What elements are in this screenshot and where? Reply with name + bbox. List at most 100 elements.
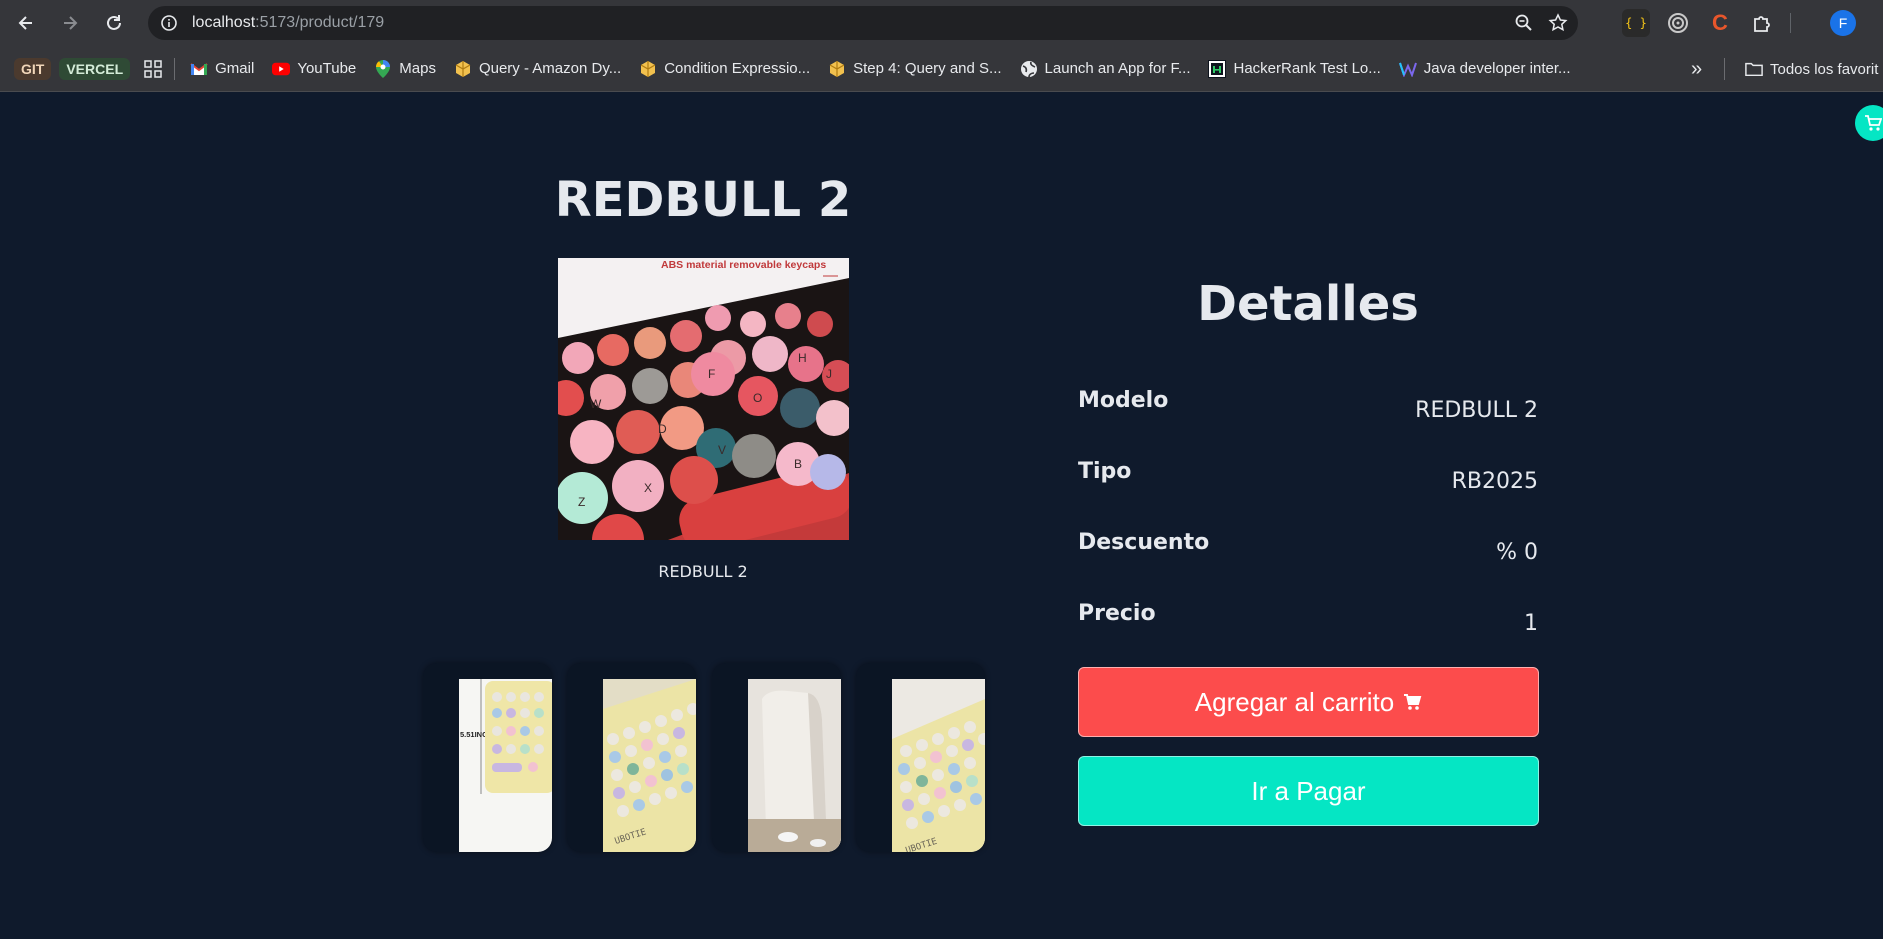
svg-text:O: O: [753, 391, 762, 405]
maps-icon: [374, 59, 392, 78]
puzzle-extensions-icon[interactable]: [1748, 9, 1776, 37]
gmail-icon: [190, 60, 208, 78]
arrow-right-icon: [64, 16, 78, 30]
bookmark-label: Gmail: [215, 60, 255, 77]
toolbar-divider: [1790, 13, 1791, 33]
detail-label: Tipo: [1078, 459, 1132, 484]
thumbnail-image: UBOTIE: [603, 679, 696, 852]
zoom-icon[interactable]: [1514, 13, 1534, 33]
reload-icon: [107, 15, 121, 30]
all-bookmarks-folder[interactable]: Todos los favorit: [1736, 54, 1883, 84]
bookmark-gmail[interactable]: Gmail: [181, 54, 263, 84]
detail-row-tipo: Tipo RB2025: [1078, 459, 1538, 499]
product-main-image[interactable]: ABS material removable keycaps W D F V O Z X B…: [558, 258, 849, 540]
w-icon: [1398, 60, 1417, 78]
json-extension-icon[interactable]: { }: [1622, 9, 1650, 37]
bookmark-star-icon[interactable]: [1548, 13, 1568, 33]
youtube-icon: [272, 60, 291, 78]
detail-value: % 0: [1496, 540, 1538, 565]
extensions-area: { } C: [1622, 0, 1791, 46]
bookmark-label: Step 4: Query and S...: [853, 60, 1002, 77]
detail-value: RB2025: [1451, 469, 1538, 494]
cart-icon: [1865, 115, 1882, 131]
bookmarks-bar: GIT VERCEL Gmail YouTube Maps Query - Am…: [0, 46, 1883, 92]
apps-grid-button[interactable]: [138, 54, 168, 84]
aws-icon: [639, 60, 657, 78]
bookmark-step-4[interactable]: Step 4: Query and S...: [819, 54, 1010, 84]
aws-icon: [828, 60, 846, 78]
product-thumbnail[interactable]: 5.51INCH: [423, 663, 552, 852]
all-bookmarks-label: Todos los favorit: [1770, 60, 1879, 78]
go-to-pay-button[interactable]: Ir a Pagar: [1078, 756, 1539, 826]
go-to-pay-label: Ir a Pagar: [1251, 775, 1366, 806]
site-info-icon[interactable]: [152, 6, 186, 40]
bookmark-label: Launch an App for F...: [1044, 60, 1191, 77]
bookmarks-overflow-button[interactable]: »: [1682, 54, 1711, 84]
svg-text:X: X: [644, 481, 652, 495]
add-to-cart-label: Agregar al carrito: [1194, 686, 1395, 717]
add-to-cart-button[interactable]: Agregar al carrito: [1078, 667, 1539, 737]
bookmark-youtube[interactable]: YouTube: [263, 54, 365, 84]
detail-row-descuento: Descuento % 0: [1078, 530, 1538, 570]
product-thumbnail[interactable]: UBOTIE: [567, 663, 696, 852]
url-text[interactable]: localhost:5173/product/179: [192, 14, 384, 32]
svg-text:H: H: [798, 351, 807, 365]
details-heading: Detalles: [1197, 276, 1419, 332]
bookmarks-divider: [1724, 58, 1725, 80]
product-thumbnail[interactable]: UBOTIE: [856, 663, 985, 852]
bookmark-query-amazon[interactable]: Query - Amazon Dy...: [445, 54, 630, 84]
bookmark-label: Query - Amazon Dy...: [478, 60, 622, 77]
c-extension-icon[interactable]: C: [1706, 9, 1734, 37]
reload-button[interactable]: [92, 0, 136, 46]
product-title: REDBULL 2: [554, 172, 852, 228]
thumbnail-image: [748, 679, 841, 852]
bookmark-label: YouTube: [297, 60, 357, 77]
bookmark-maps[interactable]: Maps: [365, 54, 445, 84]
svg-text:Z: Z: [578, 495, 585, 509]
bookmark-label: Maps: [399, 60, 436, 77]
svg-text:F: F: [708, 367, 715, 381]
thumbnail-image: 5.51INCH: [459, 679, 552, 852]
detail-row-modelo: Modelo REDBULL 2: [1078, 388, 1538, 428]
svg-text:W: W: [590, 397, 602, 411]
back-button[interactable]: [4, 0, 48, 46]
address-bar[interactable]: localhost:5173/product/179: [148, 6, 1578, 40]
arrow-left-icon: [18, 16, 32, 30]
bookmark-label: Condition Expressio...: [664, 60, 811, 77]
product-thumbnail[interactable]: [712, 663, 841, 852]
detail-label: Descuento: [1078, 530, 1210, 555]
product-image-caption: REDBULL 2: [658, 562, 748, 581]
detail-value: REDBULL 2: [1415, 398, 1538, 423]
bookmark-label: HackerRank Test Lo...: [1233, 60, 1381, 77]
thumbnail-image: UBOTIE: [892, 679, 985, 852]
detail-label: Modelo: [1078, 388, 1169, 413]
svg-text:B: B: [794, 457, 802, 471]
svg-text:J: J: [826, 367, 832, 381]
bookmark-launch-app[interactable]: Launch an App for F...: [1011, 54, 1200, 84]
forward-button[interactable]: [48, 0, 92, 46]
detail-row-precio: Precio 1: [1078, 601, 1538, 641]
keyboard-keycaps-image: ABS material removable keycaps W D F V O Z X B…: [558, 258, 849, 540]
bookmark-java-developer[interactable]: Java developer inter...: [1390, 54, 1580, 84]
omnibox-actions: [1514, 6, 1568, 40]
bookmark-vercel[interactable]: VERCEL: [59, 57, 131, 80]
hackerrank-icon: [1208, 59, 1227, 78]
target-extension-icon[interactable]: [1664, 9, 1692, 37]
url-path: :5173/product/179: [255, 14, 385, 31]
aws-icon: [454, 60, 472, 78]
bookmark-condition-expressions[interactable]: Condition Expressio...: [630, 54, 819, 84]
svg-text:V: V: [718, 443, 726, 457]
cart-icon: [1404, 694, 1422, 710]
profile-avatar[interactable]: F: [1830, 10, 1856, 36]
detail-value: 1: [1524, 611, 1538, 636]
bookmark-label: Java developer inter...: [1423, 60, 1571, 77]
globe-icon: [1020, 60, 1038, 78]
bookmark-git[interactable]: GIT: [14, 57, 52, 80]
svg-text:D: D: [658, 422, 667, 436]
detail-label: Precio: [1078, 601, 1156, 626]
apps-grid-icon: [144, 59, 162, 78]
floating-cart-button[interactable]: [1855, 105, 1883, 141]
browser-toolbar: localhost:5173/product/179 { } C F: [0, 0, 1883, 46]
bookmark-hackerrank[interactable]: HackerRank Test Lo...: [1199, 54, 1389, 84]
svg-text:ABS material removable keycaps: ABS material removable keycaps: [661, 259, 826, 271]
